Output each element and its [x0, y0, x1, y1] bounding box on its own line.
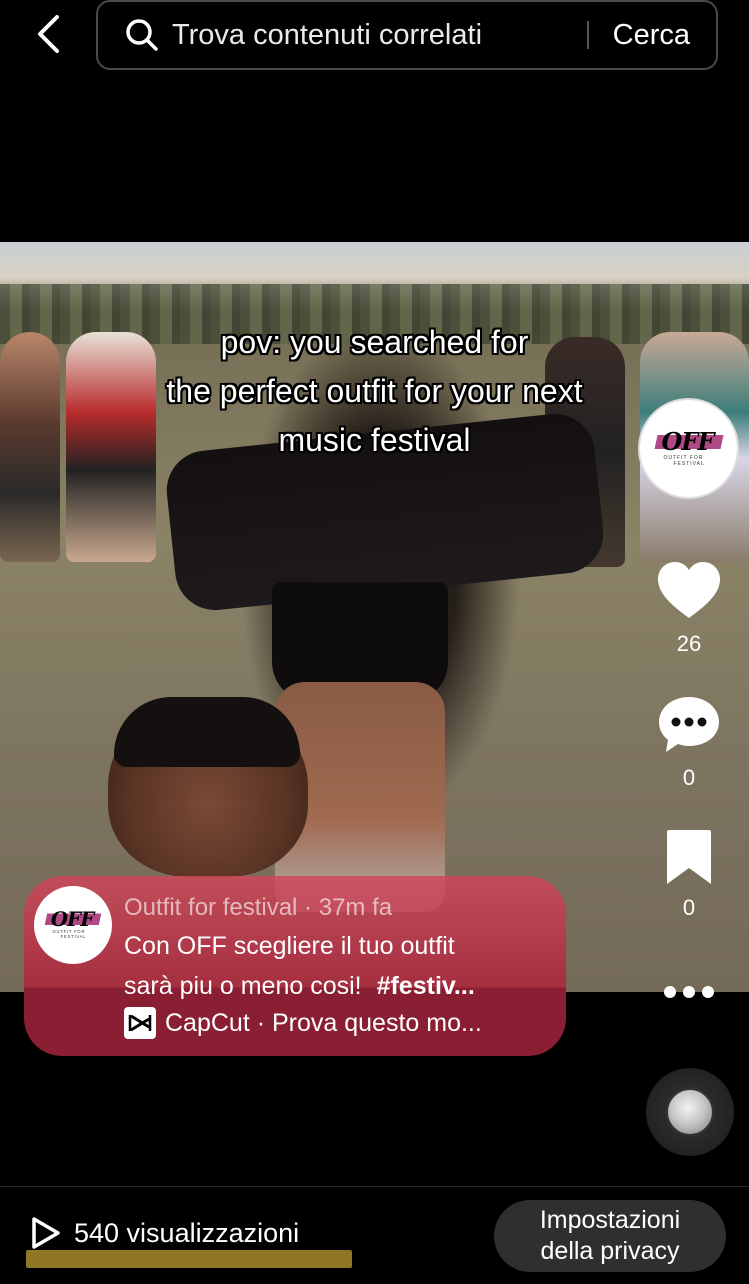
- privacy-label-line: della privacy: [540, 1237, 680, 1265]
- creator-avatar[interactable]: OFF OUTFIT FOR FESTIVAL: [638, 398, 739, 499]
- post-description[interactable]: Con OFF scegliere il tuo outfit sarà piu…: [124, 926, 544, 1006]
- search-icon: [122, 15, 162, 55]
- caption-line: the perfect outfit for your next: [166, 373, 583, 409]
- post-info-card[interactable]: OFF OUTFIT FOR FESTIVAL Outfit for festi…: [24, 876, 566, 1056]
- post-hashtag[interactable]: #festiv...: [377, 972, 475, 1000]
- search-bar: Trova contenuti correlati Cerca: [96, 0, 718, 70]
- heart-icon: [658, 562, 720, 618]
- bookmark-icon: [667, 830, 711, 884]
- save-button[interactable]: 0: [650, 828, 728, 921]
- search-divider: [586, 21, 589, 49]
- search-button[interactable]: Cerca: [613, 19, 690, 52]
- card-avatar[interactable]: OFF OUTFIT FOR FESTIVAL: [34, 886, 112, 964]
- bottom-divider: [0, 1186, 749, 1187]
- save-count: 0: [682, 895, 696, 920]
- privacy-settings-button[interactable]: Impostazioni della privacy: [494, 1200, 726, 1272]
- like-button[interactable]: 26: [650, 560, 728, 657]
- back-arrow-icon: [38, 15, 59, 53]
- post-description-text: sarà piu o meno cosi!: [124, 972, 362, 1000]
- play-icon: [32, 1217, 60, 1249]
- caption-line: pov: you searched for: [220, 324, 529, 360]
- like-count: 26: [676, 631, 702, 656]
- post-description-line: sarà piu o meno cosi! #festiv...: [124, 966, 544, 1006]
- music-disc-button[interactable]: [646, 1068, 734, 1156]
- comment-button[interactable]: 0: [650, 694, 728, 791]
- more-icon: [664, 986, 676, 998]
- views-counter[interactable]: 540 visualizzazioni: [30, 1216, 299, 1250]
- video-caption: pov: you searched for the perfect outfit…: [0, 318, 749, 465]
- video-pip-hair: [114, 697, 300, 767]
- caption-line: music festival: [278, 422, 471, 458]
- capcut-icon: [124, 1007, 156, 1039]
- views-count: 540 visualizzazioni: [74, 1217, 300, 1248]
- post-author-time[interactable]: Outfit for festival · 37m fa: [124, 894, 392, 922]
- post-description-line: Con OFF scegliere il tuo outfit: [124, 932, 455, 960]
- more-icon-dot: [702, 986, 714, 998]
- more-icon-dot: [683, 986, 695, 998]
- privacy-label-line: Impostazioni: [539, 1206, 681, 1234]
- more-button[interactable]: [656, 978, 722, 1006]
- comment-icon: [659, 697, 719, 752]
- capcut-template-label: CapCut · Prova questo mo...: [165, 1008, 482, 1037]
- off-logo: OFF OUTFIT FOR FESTIVAL: [44, 907, 102, 942]
- views-highlight: [26, 1250, 352, 1268]
- search-input[interactable]: Trova contenuti correlati: [172, 2, 587, 68]
- off-logo: OFF OUTFIT FOR FESTIVAL: [654, 427, 723, 469]
- music-disc-icon: [666, 1088, 714, 1136]
- capcut-template-link[interactable]: CapCut · Prova questo mo...: [124, 1006, 482, 1040]
- back-button[interactable]: [26, 10, 70, 58]
- comment-count: 0: [682, 765, 696, 790]
